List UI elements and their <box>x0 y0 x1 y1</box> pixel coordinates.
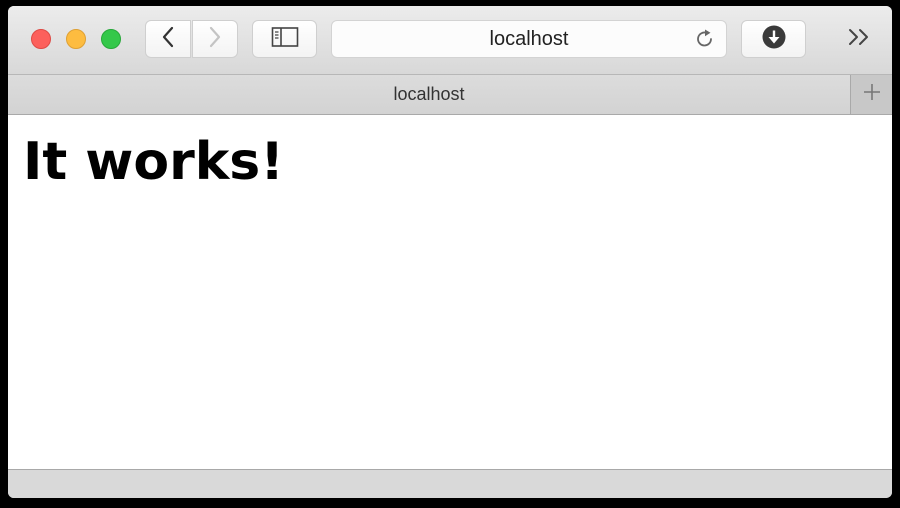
status-bar <box>8 469 892 498</box>
minimize-window-button[interactable] <box>66 29 86 49</box>
forward-button[interactable] <box>192 20 238 58</box>
sidebar-toggle-button[interactable] <box>252 20 317 58</box>
chevron-left-icon <box>160 26 176 53</box>
tab-localhost[interactable]: localhost <box>8 75 850 114</box>
back-button[interactable] <box>145 20 191 58</box>
reload-icon[interactable] <box>694 28 716 50</box>
downloads-button[interactable] <box>741 20 806 58</box>
plus-icon <box>862 82 882 107</box>
page-heading: It works! <box>23 132 284 192</box>
toolbar-overflow-button[interactable] <box>841 26 877 52</box>
browser-window: localhost localhost It works! <box>8 6 892 498</box>
address-text[interactable]: localhost <box>332 21 726 57</box>
new-tab-button[interactable] <box>850 75 892 114</box>
download-icon <box>761 24 787 55</box>
chevron-right-icon <box>207 26 223 53</box>
tab-bar: localhost <box>8 75 892 115</box>
double-chevron-right-icon <box>845 27 873 52</box>
maximize-window-button[interactable] <box>101 29 121 49</box>
address-bar[interactable]: localhost <box>331 20 727 58</box>
sidebar-icon <box>271 26 299 53</box>
page-content: It works! <box>8 115 892 469</box>
close-window-button[interactable] <box>31 29 51 49</box>
toolbar: localhost <box>8 6 892 75</box>
